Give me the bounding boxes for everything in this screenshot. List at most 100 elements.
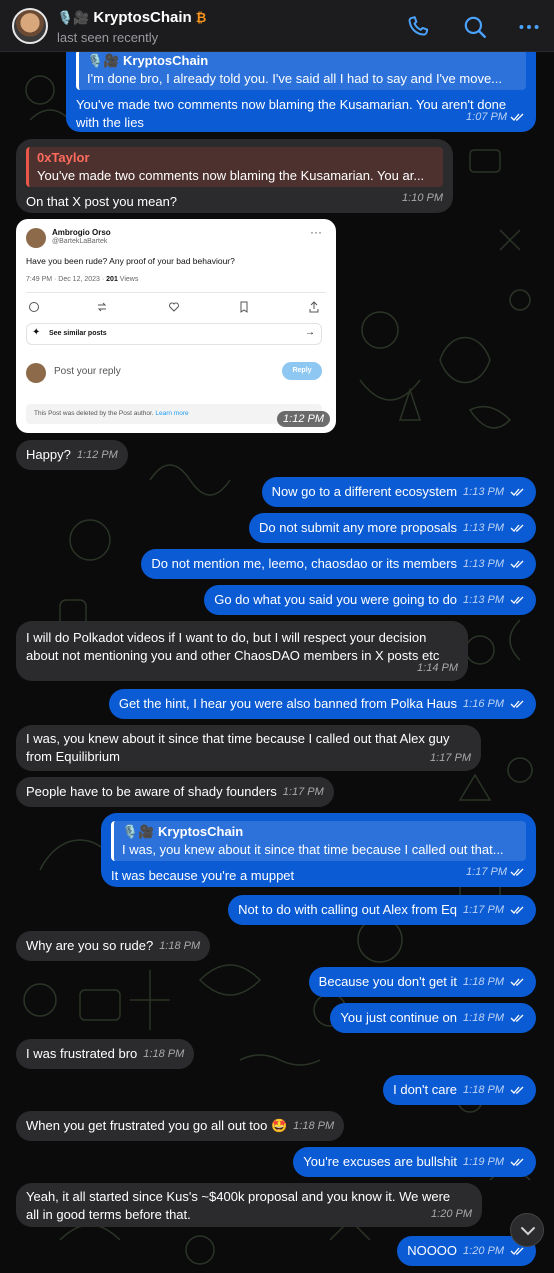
similar-posts-label: See similar posts	[49, 330, 107, 337]
message-text-line: about not mentioning you and other Chaos…	[26, 648, 440, 663]
message-incoming[interactable]: Happy? 1:12 PM	[16, 440, 128, 470]
double-check-icon	[510, 113, 524, 121]
message-outgoing[interactable]: Not to do with calling out Alex from Eq …	[228, 895, 536, 925]
message-text: Get the hint, I hear you were also banne…	[118, 696, 458, 711]
message-outgoing[interactable]: You just continue on 1:18 PM	[330, 1003, 536, 1033]
message-time: 1:10 PM	[402, 192, 443, 204]
message-text-line: Yeah, it all started since Kus's ~$400k …	[26, 1189, 451, 1204]
double-check-icon	[510, 1158, 524, 1166]
contact-name: KryptosChain	[93, 9, 192, 26]
share-icon	[309, 301, 319, 313]
double-check-icon	[510, 488, 524, 496]
phone-icon[interactable]	[405, 14, 431, 40]
like-icon	[169, 302, 179, 312]
message-text: Now go to a different ecosystem	[271, 484, 458, 499]
message-incoming[interactable]: I will do Polkadot videos if I want to d…	[16, 621, 468, 681]
message-incoming[interactable]: Yeah, it all started since Kus's ~$400k …	[16, 1183, 482, 1227]
message-outgoing[interactable]: Because you don't get it 1:18 PM	[308, 967, 536, 997]
double-check-icon	[510, 1086, 524, 1094]
message-incoming[interactable]: 0xTaylor You've made two comments now bl…	[16, 139, 453, 213]
message-time: 1:17 PM	[282, 786, 324, 798]
message-time: 1:20 PM	[463, 1245, 504, 1257]
message-text: Happy?	[26, 447, 71, 462]
message-incoming[interactable]: Why are you so rude? 1:18 PM	[16, 931, 211, 961]
message-text: On that X post you mean?	[26, 194, 178, 209]
message-time: 1:13 PM	[463, 558, 504, 570]
reply-author: KryptosChain	[158, 824, 244, 839]
deleted-text: This Post was deleted by the Post author…	[34, 410, 156, 417]
post-author-avatar	[26, 228, 46, 248]
chat-title-row[interactable]: 🎙️🎥 KryptosChain ₿	[57, 9, 206, 26]
message-outgoing[interactable]: 🎙️🎥 KryptosChain I'm done bro, I already…	[66, 40, 536, 132]
message-text: Go do what you said you were going to do	[214, 592, 458, 607]
message-incoming[interactable]: I was frustrated bro 1:18 PM	[16, 1039, 195, 1069]
more-icon[interactable]	[516, 14, 542, 40]
message-outgoing[interactable]: Now go to a different ecosystem 1:13 PM	[261, 477, 536, 507]
message-text: Because you don't get it	[318, 974, 458, 989]
reply-author: KryptosChain	[123, 53, 209, 68]
similar-posts-box: ✦ See similar posts →	[26, 323, 322, 345]
message-incoming[interactable]: People have to be aware of shady founder…	[16, 777, 334, 807]
message-time: 1:14 PM	[417, 662, 458, 674]
message-text: You just continue on	[340, 1010, 458, 1025]
reply-quote[interactable]: 0xTaylor You've made two comments now bl…	[26, 147, 443, 187]
message-text-line: all in good terms before that.	[26, 1207, 191, 1222]
message-outgoing[interactable]: I don't care 1:18 PM	[383, 1075, 536, 1105]
message-time: 1:18 PM	[143, 1048, 185, 1060]
avatar[interactable]	[12, 8, 48, 44]
reply-button: Reply	[282, 362, 322, 380]
arrow-right-icon: →	[305, 327, 315, 338]
message-time: 1:17 PM	[466, 866, 507, 878]
image-message[interactable]: Ambrogio Orso @BartekLaBartek ··· Have y…	[16, 219, 336, 433]
contact-emoji: 🎙️🎥	[57, 9, 90, 25]
reply-placeholder: Post your reply	[54, 366, 121, 377]
message-text: Do not submit any more proposals	[259, 520, 458, 535]
message-text: I don't care	[393, 1082, 458, 1097]
message-text: When you get frustrated you go all out t…	[26, 1118, 288, 1133]
double-check-icon	[510, 596, 524, 604]
search-icon[interactable]	[462, 14, 488, 40]
chat-header: 🎙️🎥 KryptosChain ₿ last seen recently	[0, 0, 554, 52]
message-time: 1:18 PM	[463, 976, 504, 988]
message-text: It was because you're a muppet	[111, 868, 295, 883]
post-meta: 7:49 PM · Dec 12, 2023 · 201 Views	[26, 276, 138, 283]
message-text: Do not mention me, leemo, chaosdao or it…	[151, 556, 458, 571]
message-outgoing[interactable]: Do not mention me, leemo, chaosdao or it…	[141, 549, 536, 579]
message-text: Not to do with calling out Alex from Eq	[238, 902, 458, 917]
reply-quote[interactable]: 🎙️🎥 KryptosChain I'm done bro, I already…	[76, 50, 526, 90]
message-outgoing[interactable]: Go do what you said you were going to do…	[204, 585, 536, 615]
message-text-line: with the lies	[76, 115, 144, 130]
message-outgoing[interactable]: Get the hint, I hear you were also banne…	[108, 689, 536, 719]
learn-more-link: Learn more	[155, 410, 189, 417]
message-text-line: You've made two comments now blaming the…	[76, 97, 507, 112]
chevron-down-icon	[521, 1227, 535, 1236]
message-time: 1:13 PM	[463, 522, 504, 534]
message-text-line: from Equilibrium	[26, 749, 120, 764]
message-time: 1:20 PM	[431, 1208, 472, 1220]
bitcoin-icon: ₿	[195, 10, 207, 25]
scroll-down-button[interactable]	[510, 1213, 544, 1247]
post-views-count: 201	[106, 276, 118, 283]
message-outgoing[interactable]: Do not submit any more proposals 1:13 PM	[249, 513, 536, 543]
message-text-line: I will do Polkadot videos if I want to d…	[26, 630, 427, 645]
post-views-label: Views	[117, 276, 139, 283]
message-text: You're excuses are bullshit	[303, 1154, 458, 1169]
message-incoming[interactable]: I was, you knew about it since that time…	[16, 725, 481, 771]
message-text: I was frustrated bro	[26, 1046, 138, 1061]
message-time: 1:13 PM	[463, 594, 504, 606]
reply-emoji: 🎙️🎥	[87, 53, 120, 68]
message-outgoing[interactable]: You're excuses are bullshit 1:19 PM	[293, 1147, 536, 1177]
message-outgoing[interactable]: 🎙️🎥 KryptosChain I was, you knew about i…	[101, 813, 536, 887]
post-more-icon: ···	[310, 225, 322, 239]
reply-quote[interactable]: 🎙️🎥 KryptosChain I was, you knew about i…	[111, 821, 526, 861]
double-check-icon	[510, 560, 524, 568]
message-incoming[interactable]: When you get frustrated you go all out t…	[16, 1111, 345, 1141]
message-time: 1:13 PM	[463, 486, 504, 498]
message-time: 1:17 PM	[430, 752, 471, 764]
message-time: 1:12 PM	[277, 411, 330, 427]
sparkle-icon: ✦	[32, 327, 41, 338]
message-time: 1:17 PM	[463, 904, 504, 916]
message-time: 1:18 PM	[159, 940, 201, 952]
post-text: Have you been rude? Any proof of your ba…	[26, 256, 235, 266]
double-check-icon	[510, 700, 524, 708]
